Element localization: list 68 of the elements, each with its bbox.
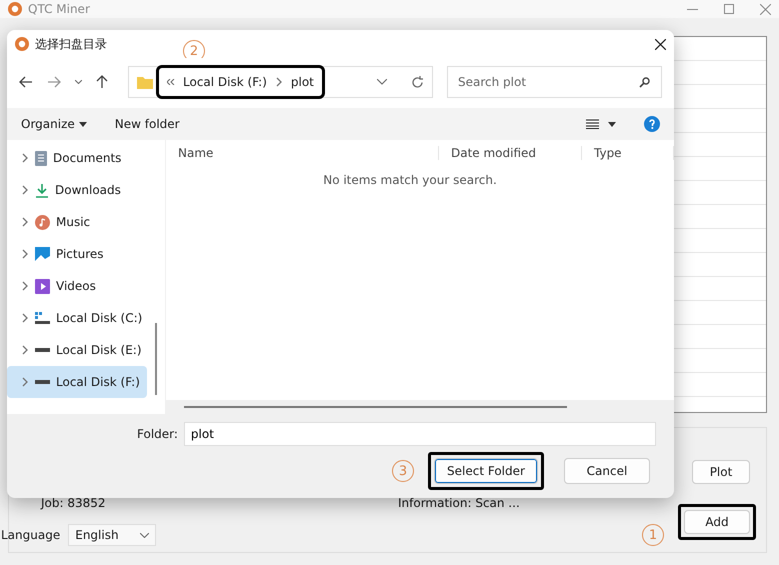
back-arrow-icon[interactable] — [19, 76, 33, 88]
column-header[interactable]: Type — [582, 146, 674, 160]
organize-button[interactable]: Organize — [21, 117, 87, 131]
chevron-icon[interactable] — [21, 217, 29, 227]
drive-icon — [35, 380, 50, 384]
picture-icon — [35, 247, 50, 261]
scrollbar-thumb[interactable] — [184, 406, 567, 408]
folder-icon — [137, 76, 153, 88]
close-icon[interactable] — [655, 38, 666, 50]
chevron-icon[interactable] — [21, 185, 29, 195]
step-callout: 3 — [392, 460, 414, 482]
chevron-icon[interactable] — [21, 345, 29, 355]
breadcrumb[interactable]: plot — [290, 75, 314, 89]
address-bar[interactable]: Local Disk (F:) plot — [128, 66, 433, 98]
select-folder-button[interactable]: Select Folder — [434, 458, 538, 484]
cancel-button[interactable]: Cancel — [564, 458, 650, 484]
sidebar-item[interactable]: Downloads — [7, 174, 147, 206]
sidebar-item[interactable]: Local Disk (E:) — [7, 334, 147, 366]
language-label: Language — [1, 528, 60, 542]
caret-icon[interactable] — [377, 79, 387, 85]
chevron-icon[interactable] — [21, 249, 29, 259]
folder-field[interactable]: plot — [184, 422, 656, 446]
sidebar-item[interactable]: Local Disk (F:) — [7, 366, 147, 398]
search-icon — [639, 77, 650, 88]
chevron-icon[interactable] — [21, 313, 29, 323]
language-select[interactable]: English — [68, 524, 156, 546]
scrollbar-thumb[interactable] — [155, 323, 157, 395]
video-icon — [35, 278, 50, 294]
sidebar-item[interactable]: Videos — [7, 270, 147, 302]
chevron-icon[interactable] — [21, 281, 29, 291]
add-button[interactable]: Add — [684, 510, 750, 534]
view-menu-icon[interactable] — [586, 119, 616, 129]
folder-label: Folder: — [137, 427, 178, 441]
help-icon[interactable] — [644, 116, 660, 132]
sidebar-item[interactable]: Documents — [7, 142, 147, 174]
new-folder-button[interactable]: New folder — [114, 117, 180, 131]
sidebar-item[interactable]: Music — [7, 206, 147, 238]
window-title: QTC Miner — [28, 2, 90, 16]
column-header[interactable]: Name — [166, 146, 439, 160]
download-icon — [35, 182, 49, 198]
caret-icon[interactable] — [78, 122, 87, 126]
chevron-icon[interactable] — [21, 153, 29, 163]
logo-icon — [15, 37, 29, 51]
forward-arrow-icon[interactable] — [47, 76, 61, 88]
chevron-icon[interactable] — [274, 77, 283, 87]
caret-icon[interactable] — [75, 80, 82, 84]
refresh-icon[interactable] — [411, 76, 424, 88]
maximize-icon[interactable] — [724, 4, 734, 14]
empty-message: No items match your search. — [323, 173, 497, 187]
sidebar-item[interactable]: Local Disk (C:) — [7, 302, 147, 334]
dialog-title: 选择扫盘目录 — [35, 36, 107, 52]
step-callout: 1 — [642, 524, 664, 546]
information-text: Information: Scan ... — [398, 496, 520, 510]
music-icon — [35, 214, 50, 230]
up-arrow-icon[interactable] — [96, 75, 108, 89]
chevron-icon — [140, 532, 150, 538]
search-field[interactable]: Search plot — [447, 66, 662, 98]
minimize-icon[interactable] — [687, 8, 698, 10]
chevron-icon[interactable] — [21, 377, 29, 387]
sidebar-item[interactable]: Pictures — [7, 238, 147, 270]
document-icon — [35, 150, 47, 166]
column-header[interactable]: Date modified — [439, 146, 582, 160]
breadcrumb[interactable]: Local Disk (F:) — [183, 75, 267, 89]
drive-icon — [35, 348, 50, 352]
drive-icon — [35, 312, 50, 324]
job-text: Job: 83852 — [41, 496, 107, 510]
double-chevron-icon[interactable] — [167, 79, 175, 85]
plot-button[interactable]: Plot — [692, 460, 750, 484]
